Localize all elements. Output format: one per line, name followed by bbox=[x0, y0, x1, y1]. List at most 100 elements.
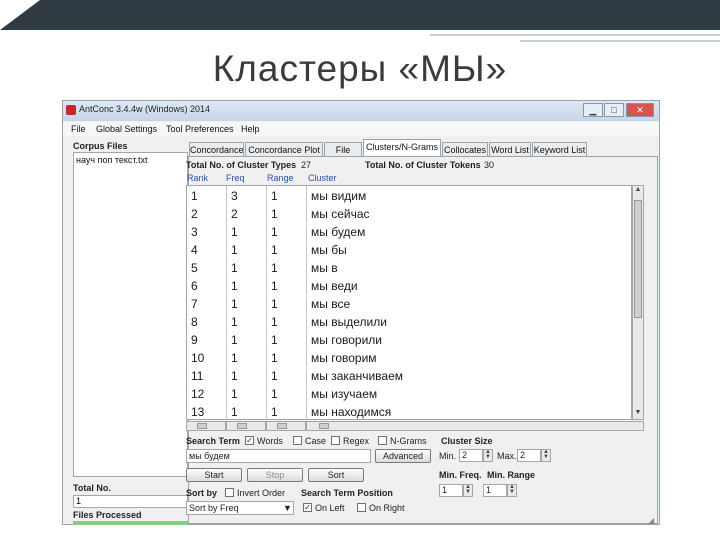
freq-cell: 3 bbox=[231, 189, 238, 203]
rank-cell: 11 bbox=[191, 369, 204, 383]
regex-checkbox[interactable] bbox=[331, 436, 340, 445]
case-label: Case bbox=[305, 436, 327, 446]
cluster-tokens-value: 30 bbox=[484, 160, 495, 170]
range-hscrollbar[interactable] bbox=[266, 421, 306, 431]
range-cell: 1 bbox=[271, 243, 278, 257]
column-header-cluster[interactable]: Cluster bbox=[308, 173, 337, 183]
regex-label: Regex bbox=[343, 436, 370, 446]
corpus-files-list[interactable]: науч поп текст.txt bbox=[73, 152, 188, 477]
freq-hscroll-thumb[interactable] bbox=[237, 423, 247, 429]
ngrams-label: N-Grams bbox=[390, 436, 427, 446]
maximize-button[interactable]: □ bbox=[604, 103, 624, 117]
tab-concordance[interactable]: Concordance bbox=[189, 142, 244, 157]
antconc-app-icon bbox=[66, 105, 76, 115]
column-header-range[interactable]: Range bbox=[267, 173, 294, 183]
words-label: Words bbox=[257, 436, 283, 446]
on-right-checkbox[interactable] bbox=[357, 503, 366, 512]
minimize-icon: ▁ bbox=[589, 105, 597, 115]
chevron-down-icon[interactable]: ▼ bbox=[283, 503, 292, 513]
menu-help[interactable]: Help bbox=[241, 124, 260, 134]
close-button[interactable]: ✕ bbox=[626, 103, 654, 117]
freq-cell: 1 bbox=[231, 315, 238, 329]
on-right-label: On Right bbox=[369, 503, 405, 513]
min-size-label: Min. bbox=[439, 451, 457, 461]
range-cell: 1 bbox=[271, 297, 278, 311]
range-cell: 1 bbox=[271, 369, 278, 383]
tab-keyword-list[interactable]: Keyword List bbox=[532, 142, 587, 157]
rank-cell: 1 bbox=[191, 189, 198, 203]
check-icon: ✓ bbox=[304, 503, 311, 512]
cluster-size-label: Cluster Size bbox=[441, 436, 493, 446]
words-checkbox[interactable]: ✓ bbox=[245, 436, 254, 445]
max-size-label: Max. bbox=[497, 451, 517, 461]
min-freq-stepper[interactable]: 1 bbox=[439, 484, 463, 497]
cluster-cell: мы видим bbox=[311, 189, 367, 203]
min-size-stepper[interactable]: 2 bbox=[459, 449, 483, 462]
sort-by-select[interactable]: Sort by Freq bbox=[186, 501, 294, 515]
files-processed-label: Files Processed bbox=[73, 510, 142, 520]
rank-hscroll-thumb[interactable] bbox=[197, 423, 207, 429]
window-titlebar[interactable]: AntConc 3.4.4w (Windows) 2014 ▁ □ ✕ bbox=[63, 101, 659, 121]
sort-button[interactable]: Sort bbox=[308, 468, 364, 482]
cluster-types-value: 27 bbox=[301, 160, 312, 170]
tab-clusters-ngrams[interactable]: Clusters/N-Grams bbox=[363, 139, 441, 157]
max-size-spin-icon[interactable]: ▲ ▼ bbox=[541, 449, 551, 462]
range-hscroll-thumb[interactable] bbox=[277, 423, 287, 429]
total-no-label: Total No. bbox=[73, 483, 111, 493]
rank-cell: 4 bbox=[191, 243, 198, 257]
column-header-freq[interactable]: Freq bbox=[226, 173, 245, 183]
tab-concordance-plot[interactable]: Concordance Plot bbox=[245, 142, 323, 157]
ngrams-checkbox[interactable] bbox=[378, 436, 387, 445]
stop-button[interactable]: Stop bbox=[247, 468, 303, 482]
rank-cell: 2 bbox=[191, 207, 198, 221]
min-freq-spin-icon[interactable]: ▲ ▼ bbox=[463, 484, 473, 497]
menu-tool-preferences[interactable]: Tool Preferences bbox=[166, 124, 234, 134]
cluster-cell: мы бы bbox=[311, 243, 347, 257]
column-header-rank[interactable]: Rank bbox=[187, 173, 208, 183]
cluster-cell: мы говорили bbox=[311, 333, 382, 347]
start-button[interactable]: Start bbox=[186, 468, 242, 482]
rank-hscrollbar[interactable] bbox=[186, 421, 226, 431]
rank-cell: 9 bbox=[191, 333, 198, 347]
results-vertical-scroll-thumb[interactable] bbox=[634, 200, 642, 318]
scroll-down-icon[interactable]: ▼ bbox=[633, 409, 643, 416]
case-checkbox[interactable] bbox=[293, 436, 302, 445]
invert-order-label: Invert Order bbox=[237, 488, 286, 498]
rank-cell: 13 bbox=[191, 405, 205, 419]
results-vertical-scrollbar[interactable]: ▲ ▼ bbox=[632, 185, 644, 420]
min-size-spin-icon[interactable]: ▲ ▼ bbox=[483, 449, 493, 462]
invert-order-checkbox[interactable] bbox=[225, 488, 234, 497]
tab-file-view[interactable]: File View bbox=[324, 142, 362, 169]
maximize-icon: □ bbox=[611, 105, 617, 115]
range-cell: 1 bbox=[271, 405, 278, 419]
advanced-button[interactable]: Advanced bbox=[375, 449, 431, 463]
cluster-hscrollbar[interactable] bbox=[306, 421, 644, 431]
freq-cell: 1 bbox=[231, 369, 238, 383]
on-left-checkbox[interactable]: ✓ bbox=[303, 503, 312, 512]
freq-cell: 1 bbox=[231, 405, 238, 419]
range-cell: 1 bbox=[271, 333, 278, 347]
tab-collocates[interactable]: Collocates bbox=[442, 142, 488, 157]
freq-cell: 1 bbox=[231, 261, 238, 275]
min-range-stepper[interactable]: 1 bbox=[483, 484, 507, 497]
cluster-cell: мы говорим bbox=[311, 351, 377, 365]
minimize-button[interactable]: ▁ bbox=[583, 103, 603, 117]
resize-grip-icon[interactable]: ◢ bbox=[648, 516, 658, 525]
rank-cell: 12 bbox=[191, 387, 205, 401]
tab-word-list[interactable]: Word List bbox=[489, 142, 531, 157]
min-range-spin-icon[interactable]: ▲ ▼ bbox=[507, 484, 517, 497]
cluster-cell: мы изучаем bbox=[311, 387, 378, 401]
freq-hscrollbar[interactable] bbox=[226, 421, 266, 431]
search-term-input[interactable]: мы будем bbox=[186, 449, 371, 463]
cluster-results-table[interactable]: 1 3 1 мы видим 2 2 1 мы сейчас 3 1 1 мы будем 4 1 1 мы … bbox=[186, 185, 632, 420]
cluster-cell: мы будем bbox=[311, 225, 366, 239]
menu-global-settings[interactable]: Global Settings bbox=[96, 124, 157, 134]
freq-cell: 1 bbox=[231, 387, 238, 401]
cluster-cell: мы заканчиваем bbox=[311, 369, 403, 383]
corpus-file-item[interactable]: науч поп текст.txt bbox=[76, 155, 148, 165]
max-size-stepper[interactable]: 2 bbox=[517, 449, 541, 462]
menu-file[interactable]: File bbox=[71, 124, 86, 134]
freq-cell: 2 bbox=[231, 207, 238, 221]
cluster-hscroll-thumb[interactable] bbox=[319, 423, 329, 429]
scroll-up-icon[interactable]: ▲ bbox=[633, 186, 643, 193]
